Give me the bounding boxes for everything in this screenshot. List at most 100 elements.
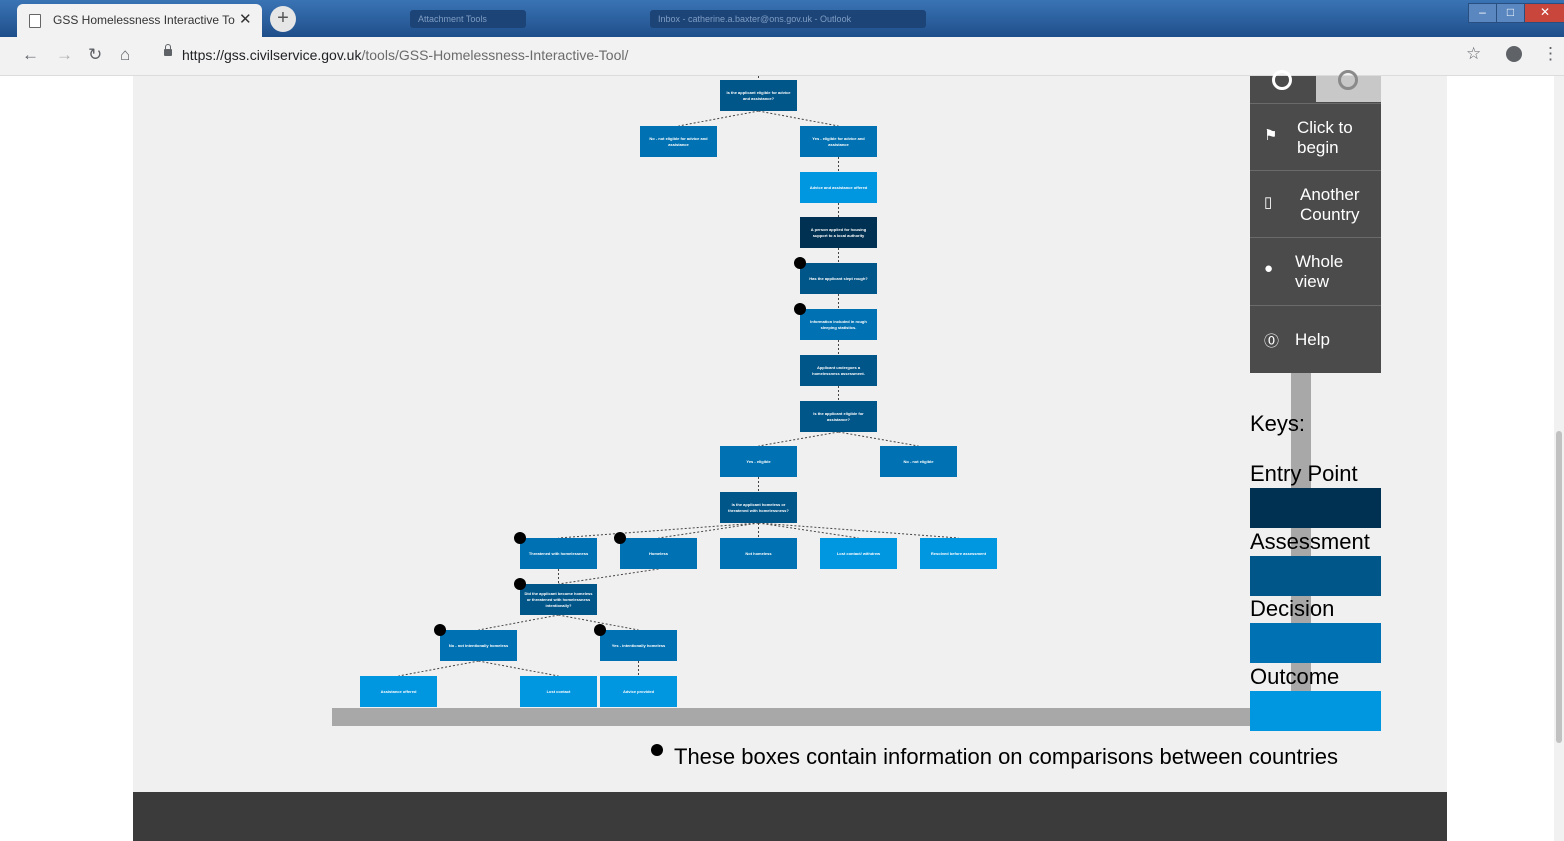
flowchart-node[interactable]: Threatened with homelessness <box>520 538 597 569</box>
another-country-label: Another Country <box>1300 185 1360 224</box>
url-text: https://gss.civilservice.gov.uk/tools/GS… <box>182 47 629 63</box>
flowchart-connector <box>758 522 859 539</box>
flowchart-connectors <box>398 76 959 677</box>
flowchart-node[interactable]: No - not intentionally homeless <box>440 630 517 661</box>
whole-view-label: Whole view <box>1295 252 1344 291</box>
flowchart-node[interactable]: Applicant undergoes a homelessness asses… <box>800 355 877 386</box>
flowchart-connector <box>478 660 559 677</box>
flowchart-viewport[interactable]: Is the applicant eligible for advice and… <box>133 76 1293 708</box>
key-label-entry-point: Entry Point <box>1250 461 1358 486</box>
globe-icon: ● <box>1264 260 1274 277</box>
tab-title: GSS Homelessness Interactive To <box>53 13 235 27</box>
page-scrollbar-thumb[interactable] <box>1556 431 1562 743</box>
comparison-dot-icon[interactable] <box>794 303 806 315</box>
whole-view-button[interactable]: ● Whole view <box>1250 237 1381 304</box>
flowchart-connector <box>678 110 759 127</box>
comparison-dot-icon[interactable] <box>434 624 446 636</box>
flowchart-connector <box>478 614 559 631</box>
page-content: Is the applicant eligible for advice and… <box>0 70 1564 841</box>
account-icon[interactable] <box>1506 46 1522 62</box>
flowchart-node[interactable]: No - not eligible <box>880 446 957 477</box>
zoom-in-button[interactable] <box>1250 70 1315 102</box>
horizontal-scrollbar[interactable] <box>332 708 1291 726</box>
key-label-outcome: Outcome <box>1250 664 1340 689</box>
help-icon: ⓪ <box>1264 333 1280 350</box>
flowchart-connector <box>838 431 919 447</box>
flowchart-node[interactable]: Yes - eligible for advice and assistance <box>800 126 877 157</box>
flowchart-connector <box>558 522 759 539</box>
flowchart-node[interactable]: No - not eligible for advice and assista… <box>640 126 717 157</box>
flowchart-node[interactable]: Resolved before assessment <box>920 538 997 569</box>
comparison-dot-icon[interactable] <box>514 532 526 544</box>
new-tab-button[interactable]: + <box>270 6 296 32</box>
keys-title: Keys: <box>1250 411 1306 436</box>
flowchart-node[interactable]: Not homeless <box>720 538 797 569</box>
home-icon[interactable]: ⌂ <box>120 45 130 65</box>
key-label-assessment: Assessment <box>1250 529 1370 554</box>
page-scrollbar[interactable] <box>1554 76 1564 841</box>
begin-label: Click to begin <box>1297 118 1353 157</box>
flowchart-node[interactable]: Assistance offered <box>360 676 437 707</box>
comparison-dot-icon[interactable] <box>614 532 626 544</box>
bookmark-star-icon[interactable]: ☆ <box>1466 44 1481 64</box>
flowchart-node[interactable]: Yes - intentionally homeless <box>600 630 677 661</box>
comparison-dot-icon[interactable] <box>794 257 806 269</box>
maximize-button[interactable]: □ <box>1496 3 1525 23</box>
key-label-decision: Decision <box>1250 596 1335 621</box>
flowchart-connector <box>658 522 759 539</box>
close-tab-icon[interactable]: ✕ <box>239 10 252 28</box>
flowchart-node[interactable]: Is the applicant eligible for assistance… <box>800 401 877 432</box>
flowchart-connector <box>758 431 839 447</box>
begin-button[interactable]: ⚑ Click to begin <box>1250 103 1381 170</box>
flowchart-node[interactable]: Advice provided <box>600 676 677 707</box>
background-tab[interactable]: Attachment Tools <box>410 10 526 28</box>
comparison-dot-icon[interactable] <box>514 578 526 590</box>
comparison-note: These boxes contain information on compa… <box>674 744 1339 769</box>
lock-icon <box>164 44 172 56</box>
browser-tab-bar: GSS Homelessness Interactive To ✕ + Atta… <box>0 0 1564 37</box>
flowchart-node[interactable]: Information included in rough sleeping s… <box>800 309 877 340</box>
forward-icon[interactable]: → <box>56 45 73 65</box>
back-icon[interactable]: ← <box>22 45 39 65</box>
key-swatch-decision <box>1250 623 1381 663</box>
close-window-button[interactable]: ✕ <box>1524 3 1564 23</box>
flowchart-node[interactable]: Yes - eligible <box>720 446 797 477</box>
control-panel: ⚑ Click to begin ▯ Another Country ● Whole… <box>1250 70 1381 373</box>
zoom-out-button[interactable] <box>1316 70 1381 102</box>
background-tab[interactable]: Inbox - catherine.a.baxter@ons.gov.uk - … <box>650 10 926 28</box>
flowchart-node[interactable]: Advice and assistance offered <box>800 172 877 203</box>
flowchart-connector <box>398 660 479 677</box>
key-swatch-assessment <box>1250 556 1381 596</box>
page-icon <box>29 14 41 28</box>
flowchart-node[interactable]: Is the applicant eligible for advice and… <box>720 80 797 111</box>
minimize-button[interactable]: – <box>1468 3 1497 23</box>
flag-icon: ⚑ <box>1264 127 1278 144</box>
url-input[interactable]: https://gss.civilservice.gov.uk/tools/GS… <box>152 41 1462 71</box>
zoom-in-icon <box>1272 70 1292 90</box>
flowchart-node[interactable]: Did the applicant become homeless or thr… <box>520 584 597 615</box>
map-icon: ▯ <box>1264 194 1273 211</box>
flowchart-node[interactable]: Is the applicant homeless or threatened … <box>720 492 797 523</box>
address-bar: ← → ↻ ⌂ https://gss.civilservice.gov.uk/… <box>0 37 1564 76</box>
another-country-button[interactable]: ▯ Another Country <box>1250 170 1381 237</box>
flowchart-connector <box>758 522 959 539</box>
flowchart-node[interactable]: Homeless <box>620 538 697 569</box>
flowchart-node[interactable]: Lost contact/ withdrew <box>820 538 897 569</box>
page-footer <box>133 792 1447 841</box>
flowchart-node[interactable]: Lost contact <box>520 676 597 707</box>
help-label: Help <box>1295 330 1330 349</box>
help-button[interactable]: ⓪ Help <box>1250 305 1381 372</box>
flowchart-connector <box>758 110 839 127</box>
comparison-dot-icon <box>651 744 663 756</box>
comparison-dot-icon[interactable] <box>594 624 606 636</box>
key-swatch-entry-point <box>1250 488 1381 528</box>
menu-icon[interactable]: ⋮ <box>1542 44 1559 64</box>
flowchart-connector <box>558 568 659 585</box>
key-swatch-outcome <box>1250 691 1381 731</box>
flowchart-node[interactable]: A person applied for housing support to … <box>800 217 877 248</box>
reload-icon[interactable]: ↻ <box>88 45 102 65</box>
browser-tab[interactable]: GSS Homelessness Interactive To ✕ <box>17 4 262 37</box>
flowchart-node[interactable]: Has the applicant slept rough? <box>800 263 877 294</box>
zoom-out-icon <box>1338 70 1358 90</box>
window-controls: – □ ✕ <box>1468 3 1564 23</box>
